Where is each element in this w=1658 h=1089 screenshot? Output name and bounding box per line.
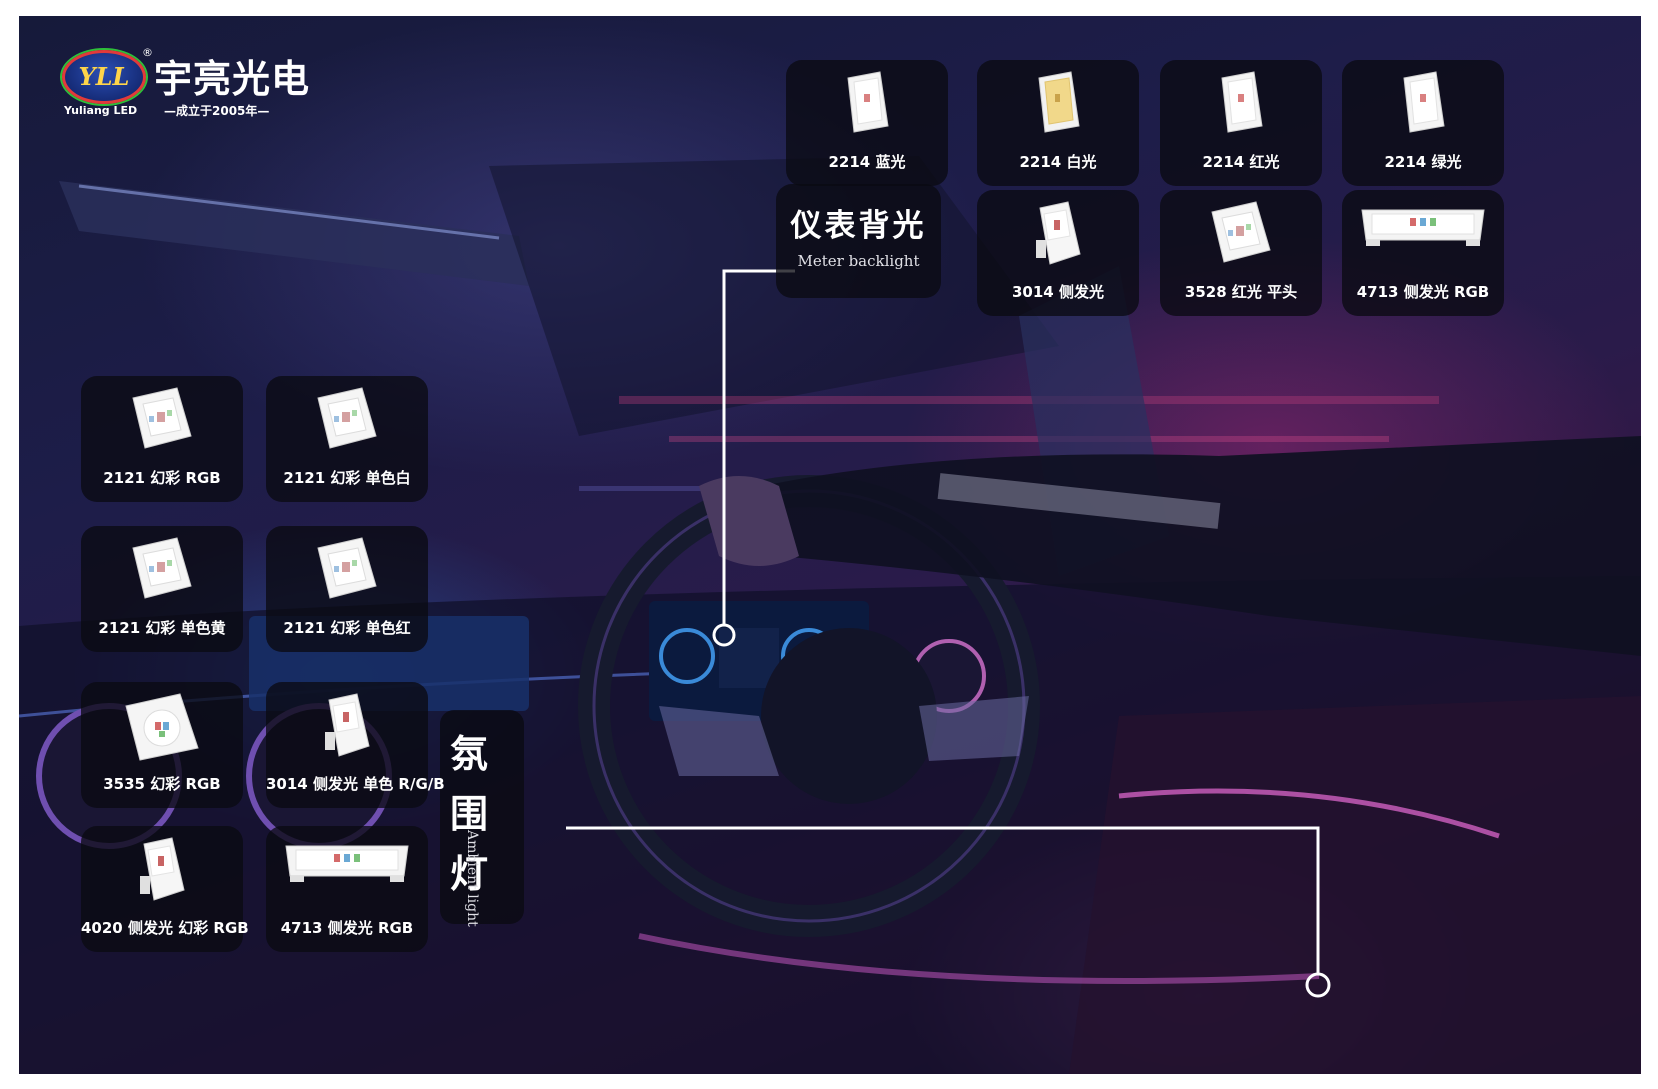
ambient-light-title: 氛围灯 Ambient light — [440, 710, 524, 927]
led-chip-icon — [314, 536, 380, 604]
brand-name-cn: 宇亮光电 — [154, 57, 311, 101]
product-label: 2121 幻彩 单色红 — [283, 619, 411, 637]
led-chip-icon — [1208, 200, 1274, 268]
led-chip-icon — [122, 692, 202, 766]
led-chip-icon — [319, 692, 375, 764]
led-chip-icon — [129, 536, 195, 604]
product-card[interactable]: 2214 白光 — [977, 60, 1139, 186]
led-chip-icon — [314, 386, 380, 454]
product-label: 3014 侧发光 — [1012, 283, 1104, 301]
product-label: 2214 红光 — [1202, 153, 1280, 171]
led-chip-icon — [282, 836, 412, 890]
led-chip-icon — [129, 386, 195, 454]
meter-backlight-title-cn: 仪表背光 — [790, 208, 927, 244]
product-label: 2121 幻彩 RGB — [103, 469, 221, 487]
product-label: 3014 侧发光 单色 R/G/B — [266, 775, 445, 793]
led-chip-icon — [842, 70, 892, 140]
led-chip-icon — [1398, 70, 1448, 140]
led-chip-icon — [1216, 70, 1266, 140]
product-card[interactable]: 4020 侧发光 幻彩 RGB — [81, 826, 249, 952]
brand-logo[interactable]: YLL ® 宇亮光电 Yuliang LED —成立于2005年— — [62, 44, 362, 124]
product-card[interactable]: 4713 侧发光 RGB — [1342, 190, 1504, 316]
yll-logo-icon: YLL — [62, 50, 146, 104]
product-card[interactable]: 3535 幻彩 RGB — [81, 682, 243, 808]
product-card[interactable]: 2121 幻彩 单色白 — [266, 376, 428, 502]
ambient-callout-marker — [1305, 972, 1331, 998]
led-chip-icon — [1030, 200, 1086, 272]
brand-name-en: Yuliang LED — [64, 104, 138, 117]
product-card[interactable]: 2121 幻彩 单色红 — [266, 526, 428, 652]
ambient-light-title-en: Ambient light — [464, 830, 480, 927]
product-label: 4020 侧发光 幻彩 RGB — [81, 919, 249, 937]
product-label: 4713 侧发光 RGB — [280, 919, 414, 937]
brand-tagline: —成立于2005年— — [164, 104, 270, 118]
led-chip-icon — [134, 836, 190, 908]
product-label: 2121 幻彩 单色白 — [283, 469, 411, 487]
product-label: 3528 红光 平头 — [1184, 283, 1298, 301]
product-card[interactable]: 2214 蓝光 — [786, 60, 948, 186]
product-card[interactable]: 2214 绿光 — [1342, 60, 1504, 186]
led-chip-icon — [1358, 200, 1488, 254]
meter-callout-marker — [712, 623, 736, 647]
product-card[interactable]: 2121 幻彩 单色黄 — [81, 526, 243, 652]
product-label: 2214 蓝光 — [828, 153, 906, 171]
meter-backlight-title: 仪表背光 Meter backlight — [776, 184, 941, 298]
product-label: 2121 幻彩 单色黄 — [98, 619, 226, 637]
led-chip-icon — [1033, 70, 1083, 140]
product-card[interactable]: 3014 侧发光 单色 R/G/B — [266, 682, 445, 808]
product-card[interactable]: 4713 侧发光 RGB — [266, 826, 428, 952]
product-card[interactable]: 2214 红光 — [1160, 60, 1322, 186]
registered-mark: ® — [142, 46, 153, 59]
product-label: 3535 幻彩 RGB — [103, 775, 221, 793]
product-card[interactable]: 2121 幻彩 RGB — [81, 376, 243, 502]
meter-backlight-title-en: Meter backlight — [797, 252, 920, 270]
product-card[interactable]: 3014 侧发光 — [977, 190, 1139, 316]
product-card[interactable]: 3528 红光 平头 — [1160, 190, 1322, 316]
product-label: 2214 白光 — [1019, 153, 1097, 171]
product-label: 2214 绿光 — [1384, 153, 1462, 171]
product-label: 4713 侧发光 RGB — [1356, 283, 1490, 301]
